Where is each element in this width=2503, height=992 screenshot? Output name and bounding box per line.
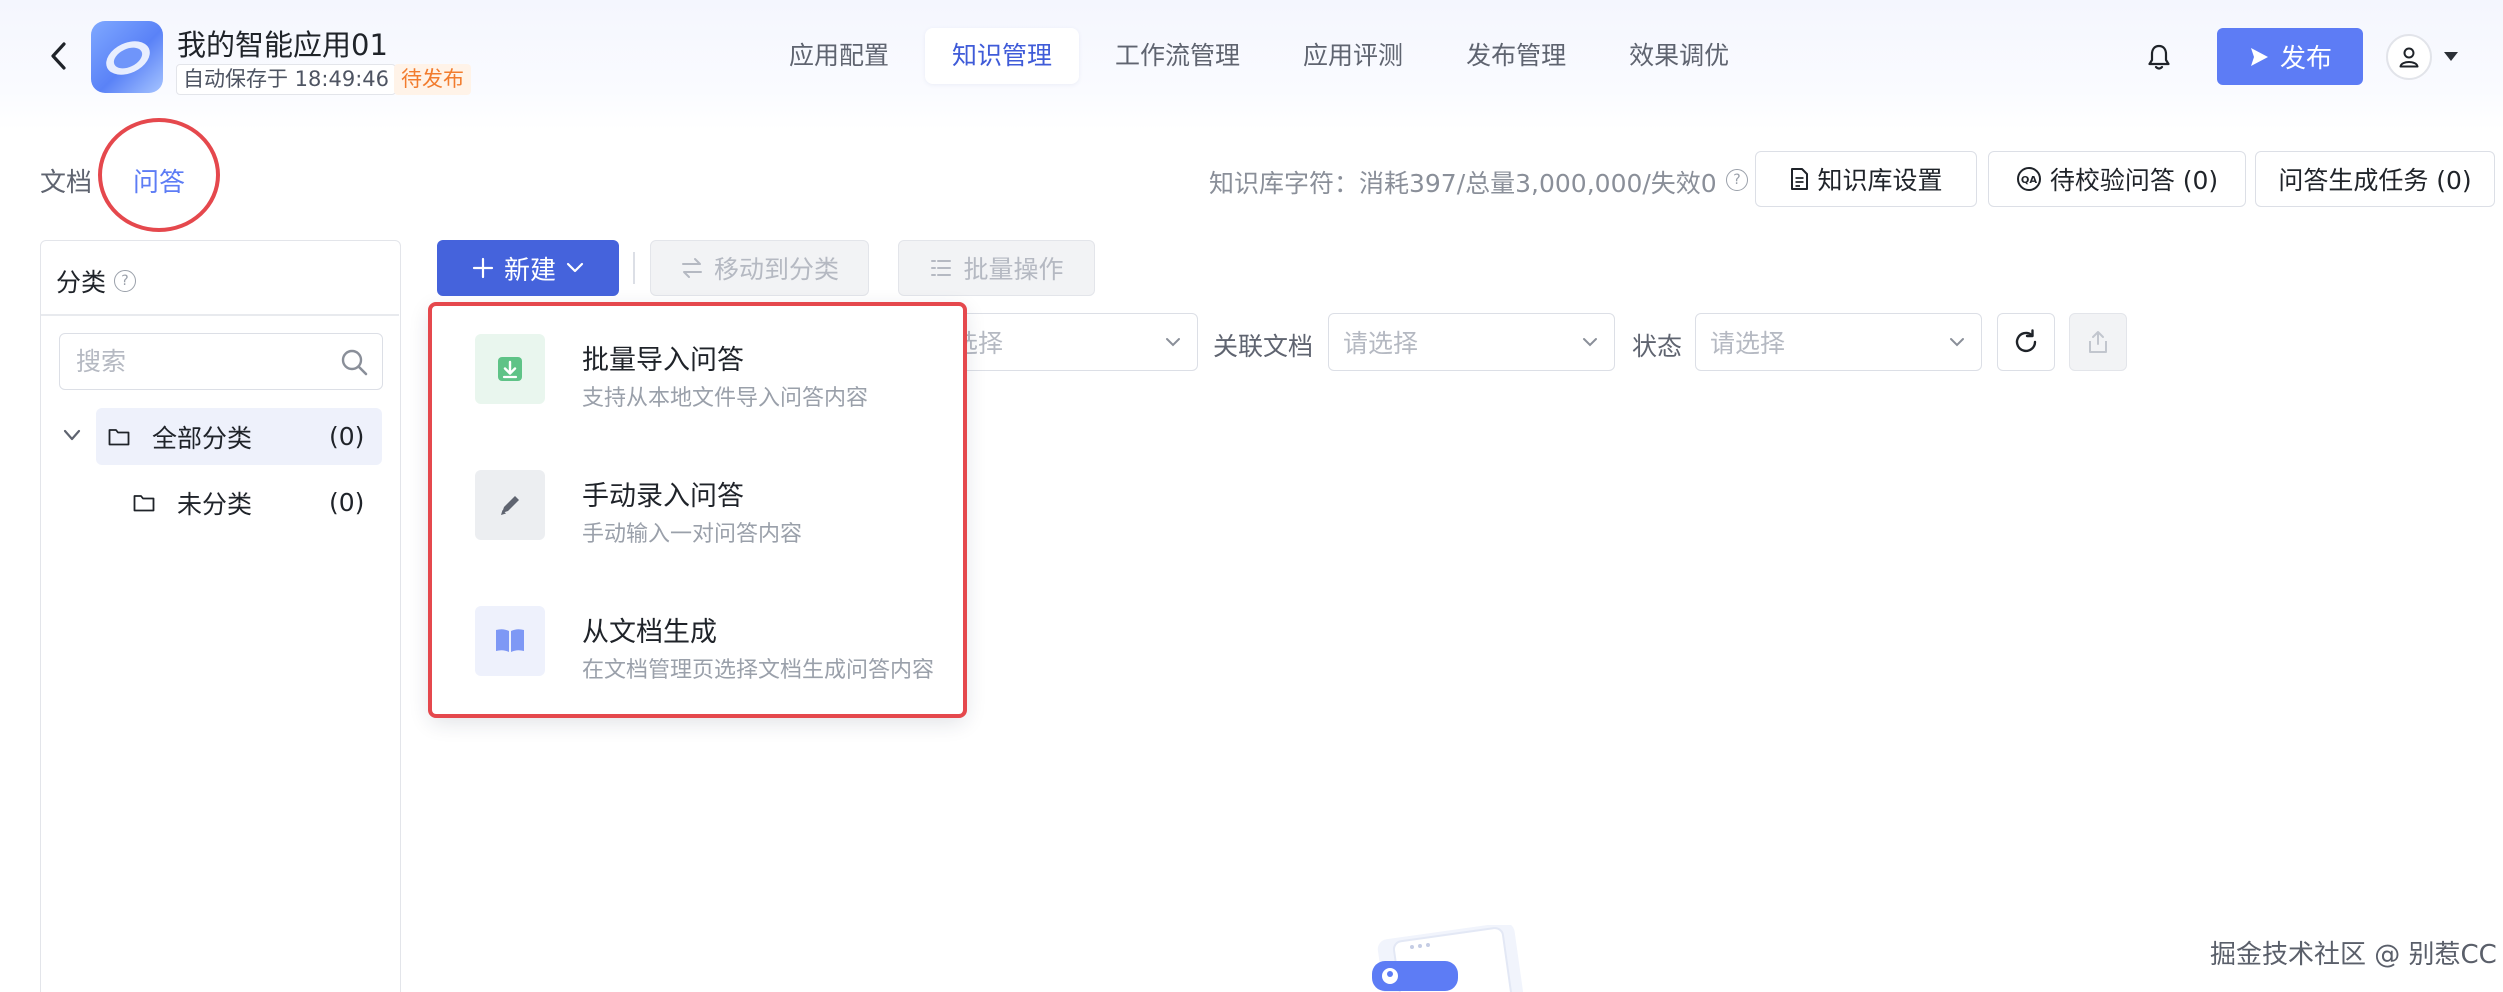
- pending-qa-label: 待校验问答 (0): [2049, 166, 2219, 195]
- autosave-status: 自动保存于 18:49:46: [176, 64, 396, 95]
- tree-item-label: 未分类: [177, 489, 253, 519]
- caret-down-icon[interactable]: [2444, 52, 2458, 61]
- status-label: 状态: [1632, 332, 1683, 361]
- chevron-down-icon: [1950, 338, 1964, 347]
- refresh-icon: [2015, 329, 2037, 353]
- tab-knowledge-management[interactable]: 知识管理: [925, 28, 1080, 84]
- highlight-box: [428, 302, 967, 718]
- export-button[interactable]: [2069, 313, 2127, 371]
- new-button-label: 新建: [503, 255, 556, 286]
- app-title: 我的智能应用01: [177, 28, 388, 62]
- tab-workflow-management[interactable]: 工作流管理: [1088, 28, 1267, 84]
- bell-icon[interactable]: [2144, 42, 2174, 72]
- tab-publish-management[interactable]: 发布管理: [1439, 28, 1593, 84]
- refresh-button[interactable]: [1997, 313, 2055, 371]
- kb-usage-info: 知识库字符：消耗397/总量3,000,000/失效0: [1209, 169, 1717, 198]
- chevron-down-icon: [1166, 338, 1180, 347]
- chevron-down-icon: [1583, 338, 1597, 347]
- highlight-circle: [98, 118, 220, 232]
- plus-icon: [472, 257, 494, 279]
- tree-item-label: 全部分类: [152, 423, 253, 453]
- select-placeholder: 请选择: [1710, 329, 1786, 358]
- status-select[interactable]: 请选择: [1695, 313, 1982, 371]
- back-button[interactable]: [40, 38, 76, 74]
- svg-text:QA: QA: [2021, 175, 2038, 186]
- tab-effect-tuning[interactable]: 效果调优: [1602, 28, 1756, 84]
- category-search[interactable]: [59, 333, 383, 390]
- help-icon[interactable]: ?: [114, 270, 137, 292]
- tree-item-count: (0): [329, 488, 365, 517]
- move-to-category-label: 移动到分类: [713, 255, 839, 284]
- swap-icon: [681, 258, 702, 278]
- main-nav: 应用配置 知识管理 工作流管理 应用评测 发布管理 效果调优: [762, 28, 1765, 84]
- divider: [633, 252, 635, 284]
- list-icon: [931, 260, 952, 276]
- folder-icon: [108, 428, 130, 445]
- batch-operation-label: 批量操作: [963, 255, 1064, 284]
- document-icon: [1791, 168, 1809, 190]
- user-icon: [2399, 47, 2419, 68]
- category-title-label: 分类: [56, 268, 107, 297]
- related-doc-label: 关联文档: [1213, 332, 1314, 361]
- qa-tasks-label: 问答生成任务 (0): [2278, 166, 2472, 195]
- tree-item-count: (0): [329, 422, 365, 451]
- subtab-documents[interactable]: 文档: [40, 162, 92, 199]
- tab-app-evaluation[interactable]: 应用评测: [1276, 28, 1430, 84]
- tab-app-config[interactable]: 应用配置: [762, 28, 916, 84]
- app-icon: [91, 21, 163, 93]
- search-icon[interactable]: [339, 347, 369, 377]
- kb-settings-button[interactable]: 知识库设置: [1755, 151, 1977, 207]
- publish-button-label: 发布: [2279, 44, 2332, 74]
- divider: [41, 314, 399, 316]
- qa-badge-icon: QA: [2016, 167, 2041, 191]
- move-to-category-button[interactable]: 移动到分类: [650, 240, 869, 296]
- select-placeholder: 请选择: [1343, 329, 1419, 358]
- status-badge: 待发布: [394, 64, 471, 95]
- pending-qa-button[interactable]: QA 待校验问答 (0): [1988, 151, 2246, 207]
- send-icon: [2250, 47, 2268, 66]
- new-button[interactable]: 新建: [437, 240, 619, 296]
- avatar[interactable]: [2386, 34, 2432, 80]
- export-icon: [2089, 331, 2107, 353]
- tree-item-uncategorized[interactable]: 未分类 (0): [121, 474, 382, 531]
- category-title: 分类 ?: [56, 263, 137, 299]
- batch-operation-button[interactable]: 批量操作: [898, 240, 1095, 296]
- help-icon[interactable]: ?: [1726, 169, 1748, 191]
- category-sidebar: 分类 ? 全部分类 (0) 未分类 (0): [40, 240, 401, 992]
- chevron-down-icon: [566, 262, 584, 273]
- chevron-left-icon: [51, 42, 66, 70]
- watermark: 掘金技术社区 @ 别惹CC: [2210, 940, 2497, 970]
- search-input[interactable]: [76, 344, 326, 378]
- qa-tasks-button[interactable]: 问答生成任务 (0): [2255, 151, 2495, 207]
- tree-item-all[interactable]: 全部分类 (0): [96, 408, 382, 465]
- folder-icon: [133, 494, 155, 511]
- publish-button[interactable]: 发布: [2217, 28, 2363, 85]
- empty-state-illustration: [1372, 925, 1525, 992]
- kb-settings-label: 知识库设置: [1817, 166, 1943, 195]
- chevron-down-icon[interactable]: [61, 424, 83, 446]
- related-doc-select[interactable]: 请选择: [1328, 313, 1615, 371]
